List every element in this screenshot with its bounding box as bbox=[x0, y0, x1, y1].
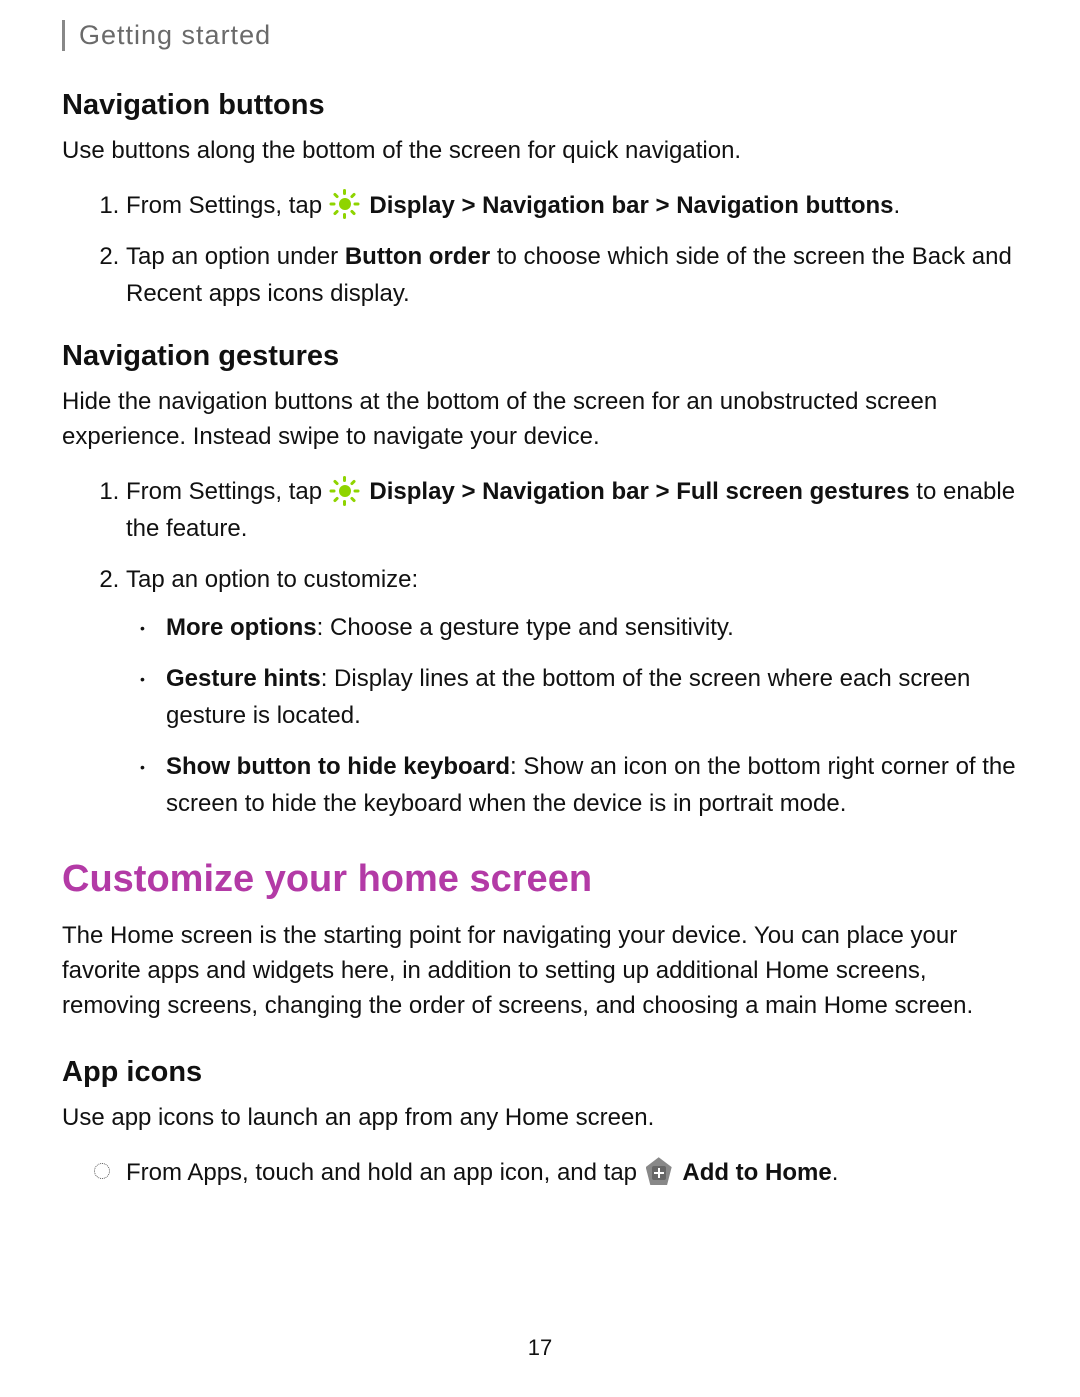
text-bold: More options bbox=[166, 614, 317, 641]
nav-gestures-intro: Hide the navigation buttons at the botto… bbox=[62, 385, 1018, 455]
text: . bbox=[894, 192, 901, 219]
app-icons-step: From Apps, touch and hold an app icon, a… bbox=[126, 1154, 1018, 1191]
text: From Apps, touch and hold an app icon, a… bbox=[126, 1159, 644, 1186]
text: Tap an option under bbox=[126, 243, 345, 270]
text: . bbox=[832, 1159, 839, 1186]
text: : Choose a gesture type and sensitivity. bbox=[317, 614, 734, 641]
text-bold: Add to Home bbox=[682, 1159, 831, 1186]
text: From Settings, tap bbox=[126, 478, 329, 505]
app-icons-step-list: From Apps, touch and hold an app icon, a… bbox=[62, 1154, 1018, 1191]
heading-customize-home: Customize your home screen bbox=[62, 858, 1018, 901]
text: Tap an option to customize: bbox=[126, 566, 418, 593]
nav-gestures-step-2: Tap an option to customize: More options… bbox=[126, 561, 1018, 822]
text: From Settings, tap bbox=[126, 192, 329, 219]
running-head: Getting started bbox=[62, 20, 1018, 51]
nav-buttons-intro: Use buttons along the bottom of the scre… bbox=[62, 134, 1018, 169]
nav-gestures-step-1: From Settings, tap Display > Navigation … bbox=[126, 473, 1018, 547]
app-icons-intro: Use app icons to launch an app from any … bbox=[62, 1101, 1018, 1136]
nav-buttons-step-2: Tap an option under Button order to choo… bbox=[126, 238, 1018, 312]
text-bold: Display > Navigation bar > Full screen g… bbox=[369, 478, 909, 505]
heading-app-icons: App icons bbox=[62, 1056, 1018, 1089]
customize-home-intro: The Home screen is the starting point fo… bbox=[62, 919, 1018, 1023]
bullet-gesture-hints: Gesture hints: Display lines at the bott… bbox=[162, 660, 1018, 734]
text-bold: Gesture hints bbox=[166, 665, 321, 692]
bullet-more-options: More options: Choose a gesture type and … bbox=[162, 609, 1018, 646]
heading-navigation-gestures: Navigation gestures bbox=[62, 340, 1018, 373]
nav-buttons-step-1: From Settings, tap Display > Navigation … bbox=[126, 187, 1018, 224]
nav-gestures-steps: From Settings, tap Display > Navigation … bbox=[62, 473, 1018, 823]
display-icon bbox=[331, 190, 359, 218]
text-bold: Show button to hide keyboard bbox=[166, 753, 510, 780]
running-head-text: Getting started bbox=[79, 20, 271, 50]
text-bold: Button order bbox=[345, 243, 490, 270]
add-to-home-icon bbox=[646, 1157, 672, 1185]
nav-buttons-steps: From Settings, tap Display > Navigation … bbox=[62, 187, 1018, 313]
heading-navigation-buttons: Navigation buttons bbox=[62, 89, 1018, 122]
page-content: Getting started Navigation buttons Use b… bbox=[0, 0, 1080, 1191]
page-number: 17 bbox=[0, 1335, 1080, 1361]
bullet-show-button-hide-keyboard: Show button to hide keyboard: Show an ic… bbox=[162, 748, 1018, 822]
nav-gestures-bullets: More options: Choose a gesture type and … bbox=[126, 609, 1018, 823]
text-bold: Display > Navigation bar > Navigation bu… bbox=[369, 192, 893, 219]
display-icon bbox=[331, 477, 359, 505]
